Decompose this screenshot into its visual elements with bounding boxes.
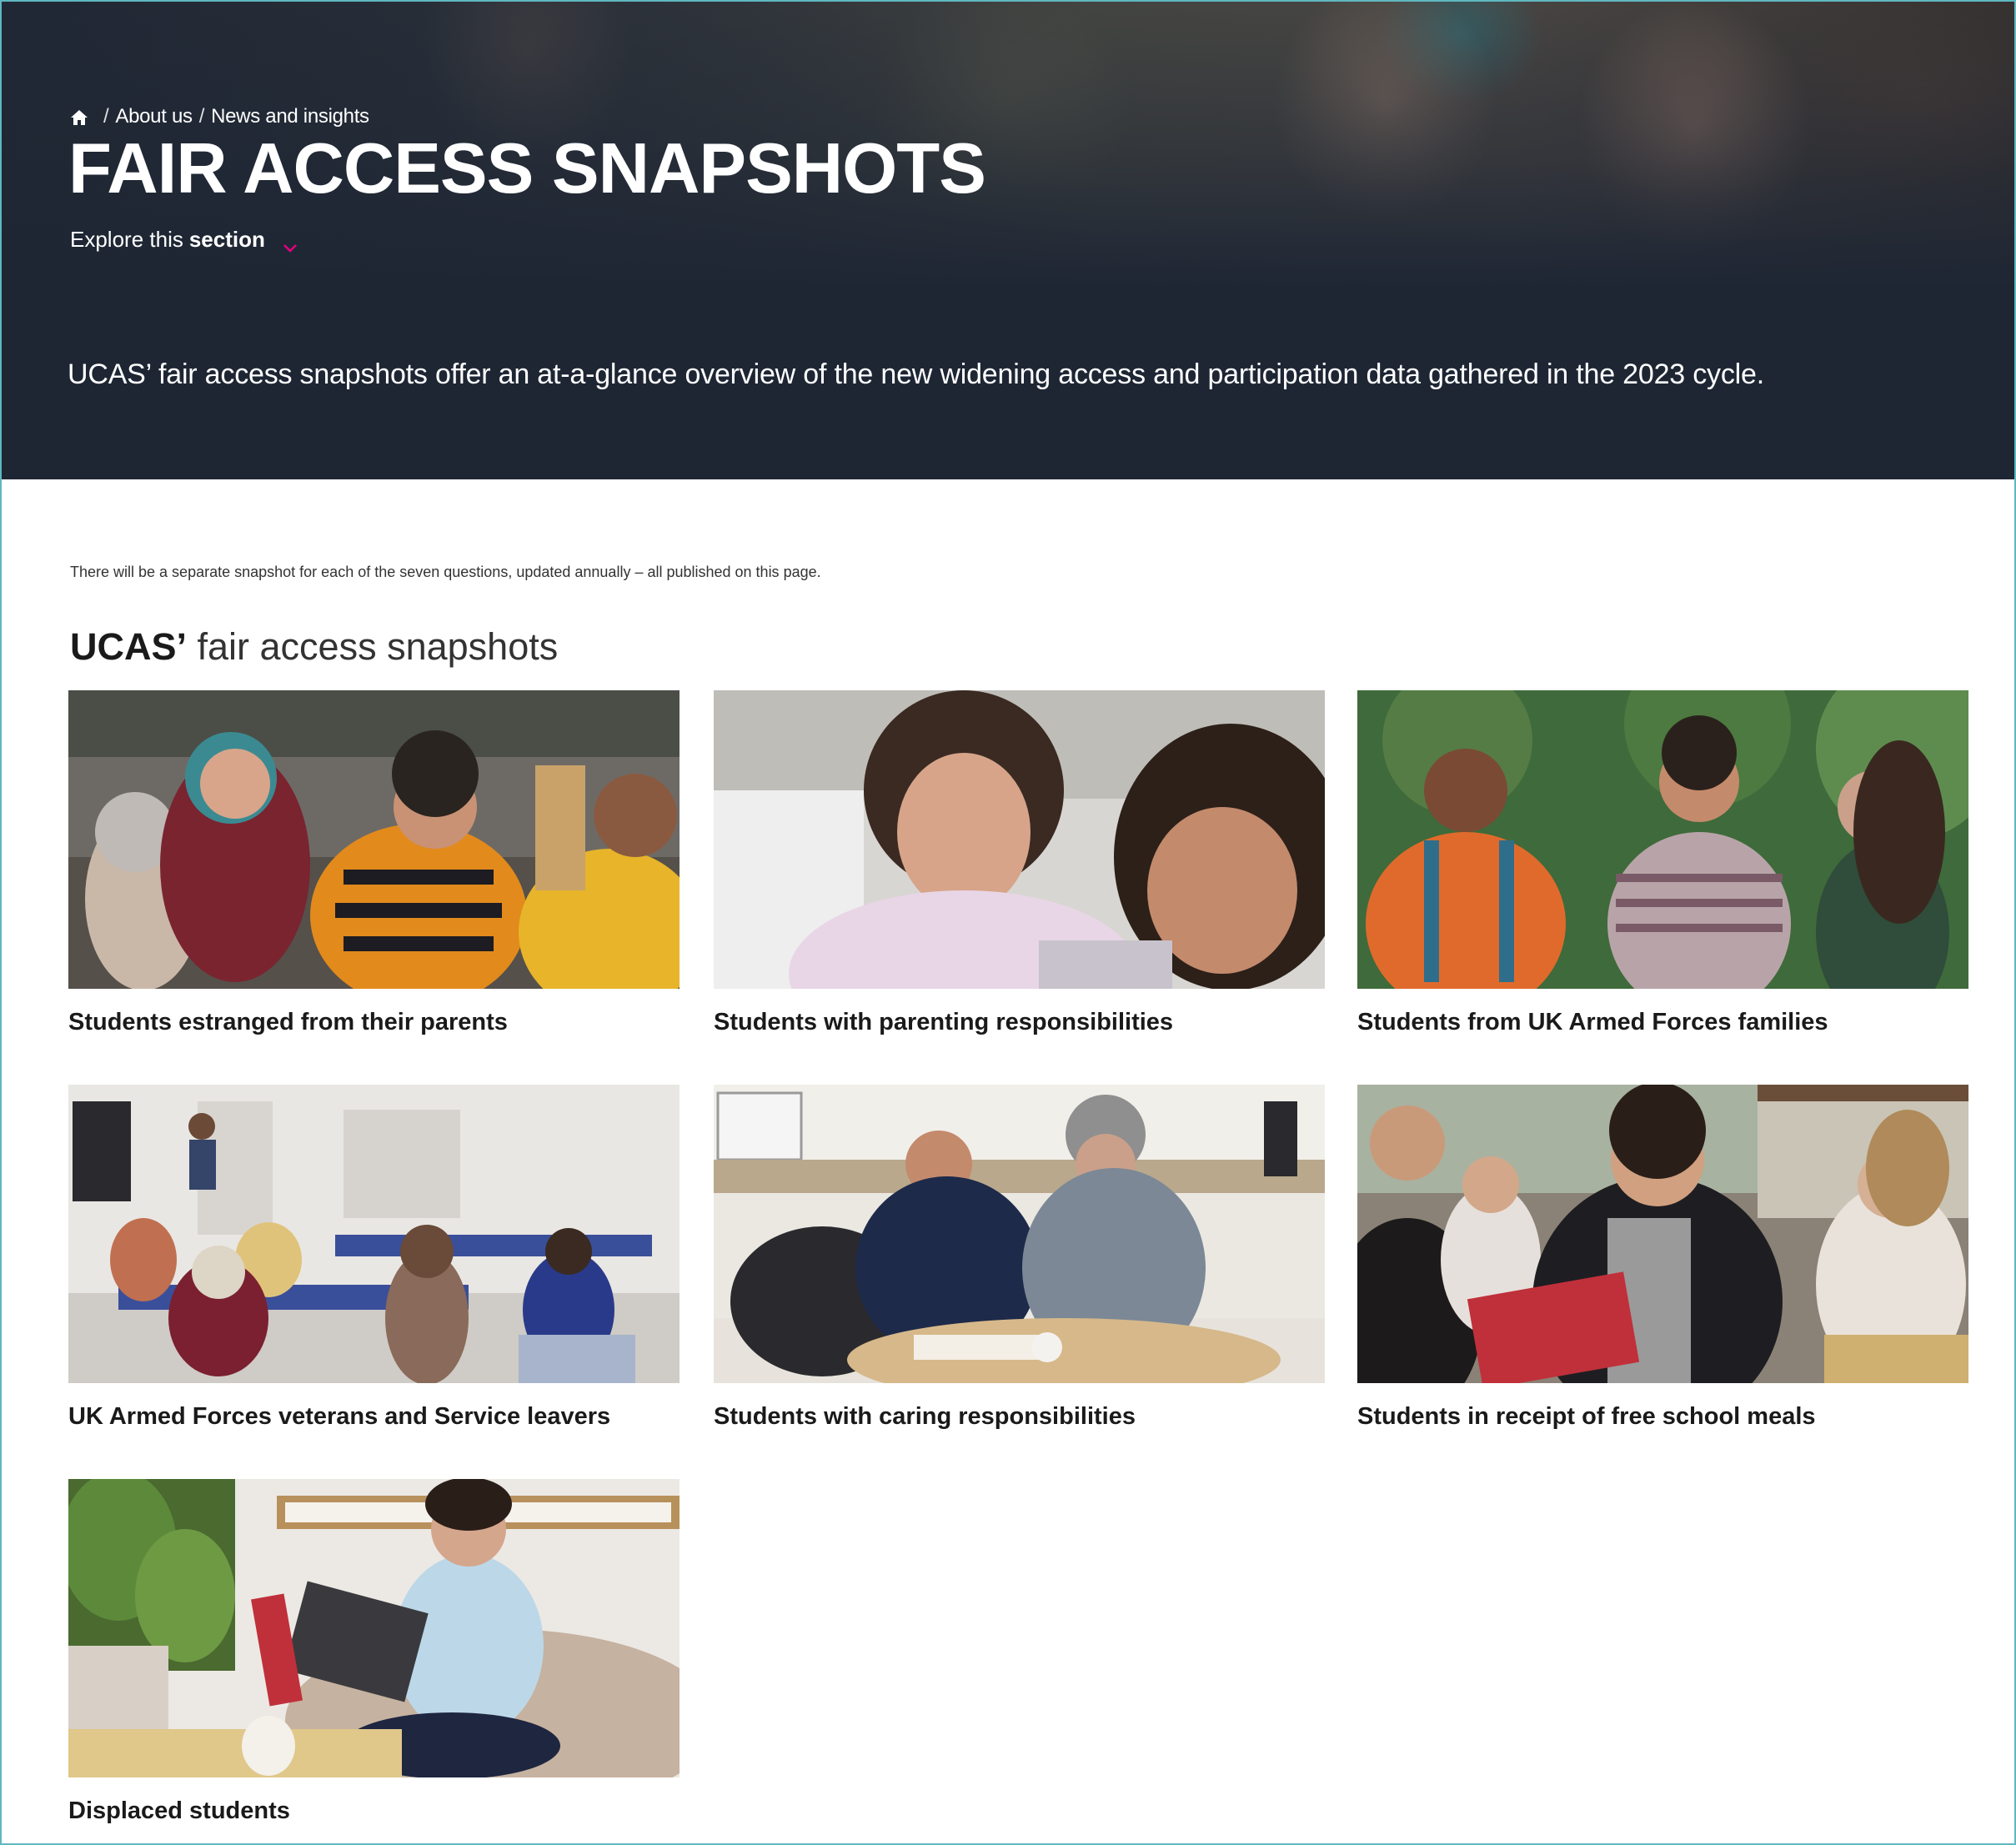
- breadcrumb-about-us[interactable]: About us: [115, 105, 193, 128]
- card-label: Students estranged from their parents: [68, 1009, 508, 1035]
- card-image: [1357, 690, 1968, 989]
- card-label: UK Armed Forces veterans and Service lea…: [68, 1403, 611, 1430]
- hero-intro-text: UCAS’ fair access snapshots offer an at-…: [68, 358, 1764, 390]
- hero-banner: / About us / News and insights FAIR ACCE…: [2, 2, 2014, 479]
- card-image: [714, 1085, 1325, 1383]
- section-heading-light: fair access snapshots: [187, 625, 559, 668]
- section-heading: UCAS’ fair access snapshots: [70, 625, 558, 669]
- card-image: [68, 1479, 680, 1777]
- card-label: Students in receipt of free school meals: [1357, 1403, 1816, 1430]
- section-heading-bold: UCAS’: [70, 625, 188, 668]
- home-icon[interactable]: [70, 108, 88, 125]
- breadcrumb-separator: /: [198, 105, 205, 128]
- snapshot-card-estranged[interactable]: Students estranged from their parents: [68, 690, 680, 1036]
- chevron-down-icon: [282, 234, 298, 253]
- explore-section-toggle[interactable]: Explore this section: [70, 227, 298, 253]
- card-image: [714, 690, 1325, 989]
- explore-label-bold: section: [188, 227, 265, 252]
- card-label: Displaced students: [68, 1797, 290, 1824]
- snapshot-card-veterans[interactable]: UK Armed Forces veterans and Service lea…: [68, 1085, 680, 1431]
- explore-label: Explore this: [70, 227, 183, 252]
- snapshot-card-free-school-meals[interactable]: Students in receipt of free school meals: [1357, 1085, 1968, 1431]
- card-label: Students with parenting responsibilities: [714, 1009, 1174, 1035]
- breadcrumb-news-and-insights[interactable]: News and insights: [211, 105, 369, 128]
- page-title: FAIR ACCESS SNAPSHOTS: [68, 129, 986, 208]
- card-image: [68, 690, 680, 989]
- snapshot-card-displaced[interactable]: Displaced students: [68, 1479, 680, 1825]
- page-frame: / About us / News and insights FAIR ACCE…: [0, 0, 2016, 1845]
- snapshot-card-parenting[interactable]: Students with parenting responsibilities: [714, 690, 1325, 1036]
- snapshot-note: There will be a separate snapshot for ea…: [70, 564, 821, 580]
- card-label: Students with caring responsibilities: [714, 1403, 1136, 1430]
- snapshot-card-caring[interactable]: Students with caring responsibilities: [714, 1085, 1325, 1431]
- breadcrumb: / About us / News and insights: [70, 105, 369, 128]
- breadcrumb-separator: /: [103, 105, 109, 128]
- card-image: [1357, 1085, 1968, 1383]
- card-label: Students from UK Armed Forces families: [1357, 1009, 1828, 1035]
- card-image: [68, 1085, 680, 1383]
- snapshot-card-armed-forces-families[interactable]: Students from UK Armed Forces families: [1357, 690, 1968, 1036]
